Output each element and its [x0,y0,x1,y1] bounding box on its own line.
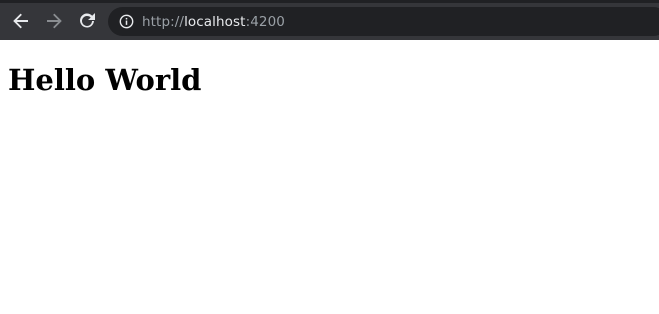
browser-toolbar: http://localhost:4200 [0,0,659,40]
url-port: :4200 [245,13,285,30]
forward-arrow-icon [47,13,62,29]
info-icon[interactable] [118,14,134,30]
back-button[interactable] [9,9,33,33]
reload-icon [80,13,95,28]
forward-button[interactable] [42,9,66,33]
page-heading: Hello World [8,63,202,97]
url-scheme: http:// [142,13,185,30]
url-text: http://localhost:4200 [142,14,285,30]
url-host: localhost [184,13,246,30]
page-content: Hello World [0,40,659,314]
address-bar[interactable]: http://localhost:4200 [108,7,659,36]
reload-button[interactable] [75,9,99,33]
toolbar-top-border [0,0,659,3]
back-arrow-icon [13,13,28,29]
